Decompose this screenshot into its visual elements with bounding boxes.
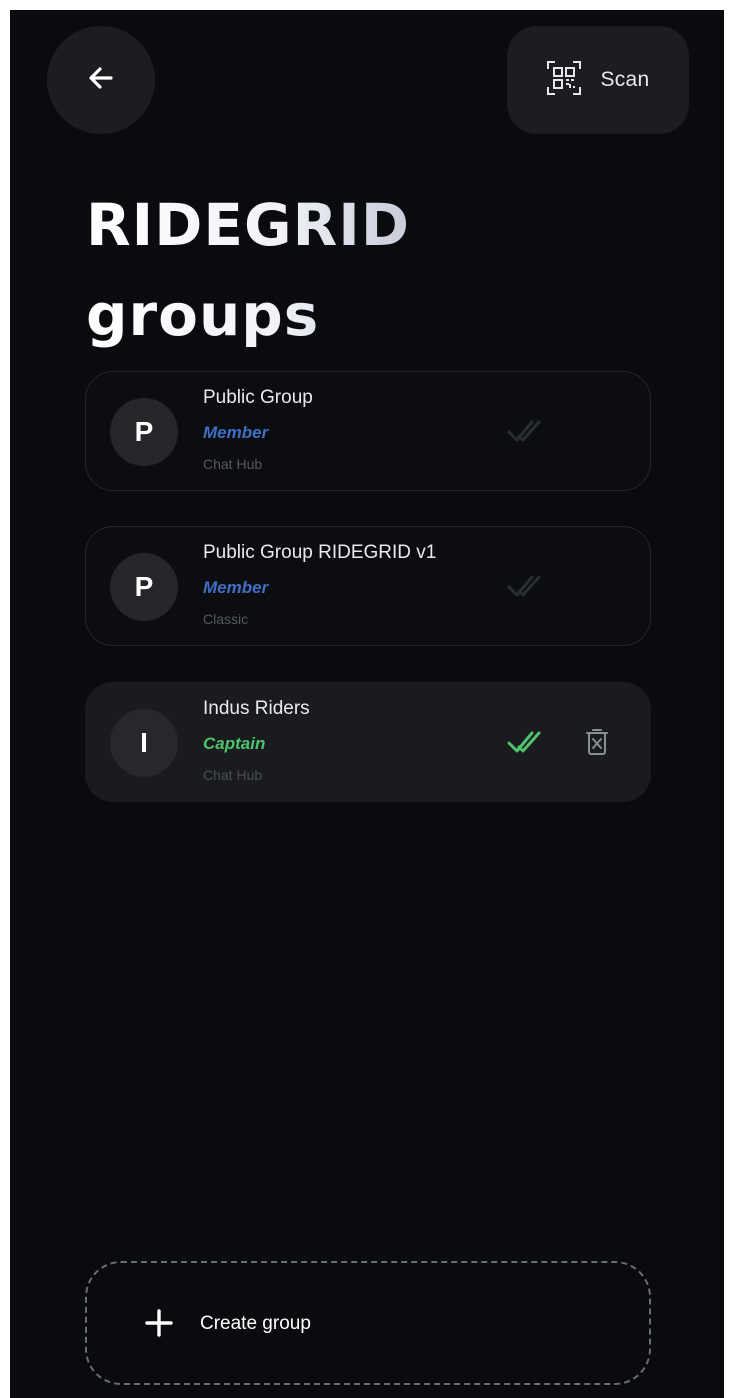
scan-label: Scan xyxy=(600,68,650,91)
group-role: Captain xyxy=(203,734,266,753)
group-card[interactable]: I Indus Riders Captain Chat Hub xyxy=(85,682,651,802)
back-button[interactable] xyxy=(47,26,155,134)
group-avatar: I xyxy=(110,709,178,777)
page-title: RIDEGRID groups xyxy=(86,180,410,360)
trash-icon[interactable] xyxy=(584,727,610,762)
double-check-icon[interactable] xyxy=(506,571,542,606)
scan-button[interactable]: Scan xyxy=(507,26,689,134)
group-name: Indus Riders xyxy=(203,698,310,719)
group-type: Chat Hub xyxy=(203,767,263,783)
groups-screen: Scan RIDEGRID groups P Public Group Memb… xyxy=(10,10,724,1398)
arrow-left-icon xyxy=(85,62,117,99)
page-title-line1: RIDEGRID xyxy=(86,191,410,259)
create-group-button[interactable]: Create group xyxy=(85,1261,651,1385)
group-avatar: P xyxy=(110,553,178,621)
group-type: Classic xyxy=(203,611,249,627)
create-group-label: Create group xyxy=(200,1313,311,1334)
group-name: Public Group RIDEGRID v1 xyxy=(203,542,437,563)
group-card[interactable]: P Public Group RIDEGRID v1 Member Classi… xyxy=(85,526,651,646)
group-role: Member xyxy=(203,423,269,442)
qr-scan-icon xyxy=(546,60,582,101)
group-card[interactable]: P Public Group Member Chat Hub xyxy=(85,371,651,491)
group-type: Chat Hub xyxy=(203,456,263,472)
plus-icon xyxy=(145,1309,173,1342)
double-check-icon[interactable] xyxy=(506,416,542,451)
group-role: Member xyxy=(203,578,269,597)
double-check-icon[interactable] xyxy=(506,727,542,762)
page-title-line2: groups xyxy=(86,281,320,349)
group-name: Public Group xyxy=(203,387,313,408)
group-avatar: P xyxy=(110,398,178,466)
